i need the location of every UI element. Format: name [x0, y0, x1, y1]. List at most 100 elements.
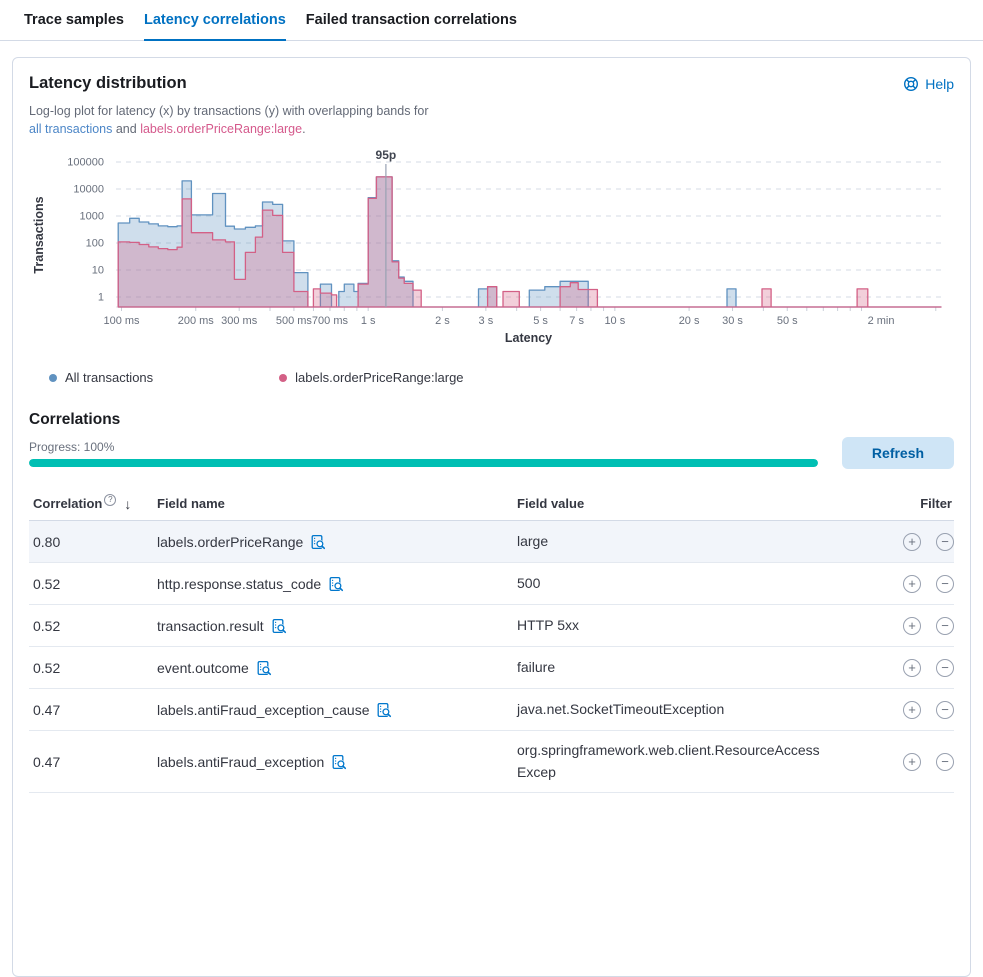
- svg-text:10 s: 10 s: [604, 315, 625, 327]
- correlation-value: 0.47: [29, 702, 157, 718]
- table-row: 0.52 http.response.status_code 500 + −: [29, 563, 954, 605]
- tab-latency-correlations[interactable]: Latency correlations: [144, 0, 286, 41]
- table-row: 0.47 labels.antiFraud_exception org.spri…: [29, 731, 954, 793]
- latency-chart: 100000 10000 1000 100 10 1 100 ms 200 ms 300 ms 5…: [29, 150, 954, 350]
- refresh-button[interactable]: Refresh: [842, 437, 954, 469]
- description-conjunction: and: [112, 122, 140, 136]
- tab-label: Failed transaction correlations: [306, 12, 517, 28]
- svg-text:100 ms: 100 ms: [103, 315, 140, 327]
- column-header-filter: Filter: [920, 496, 954, 511]
- legend-item-order-price-range[interactable]: labels.orderPriceRange:large: [279, 370, 463, 385]
- inspect-field-icon[interactable]: [256, 660, 272, 676]
- correlation-value: 0.52: [29, 576, 157, 592]
- svg-text:95p: 95p: [376, 150, 397, 162]
- field-value: 500: [517, 564, 827, 604]
- column-header-field-name: Field name: [157, 496, 517, 511]
- legend-item-all-transactions[interactable]: All transactions: [49, 370, 153, 385]
- correlation-value: 0.52: [29, 618, 157, 634]
- filter-out-icon[interactable]: −: [936, 533, 954, 551]
- svg-text:100000: 100000: [67, 157, 104, 169]
- svg-text:7 s: 7 s: [569, 315, 584, 327]
- svg-text:Latency: Latency: [505, 331, 552, 345]
- field-name: labels.antiFraud_exception_cause: [157, 702, 369, 718]
- correlation-value: 0.52: [29, 660, 157, 676]
- svg-text:100: 100: [86, 238, 104, 250]
- svg-text:30 s: 30 s: [722, 315, 743, 327]
- description-line1: Log-log plot for latency (x) by transact…: [29, 104, 429, 118]
- correlations-heading: Correlations: [29, 411, 954, 429]
- svg-text:300 ms: 300 ms: [221, 315, 258, 327]
- panel-title: Latency distribution: [29, 74, 187, 93]
- chart-legend: All transactions labels.orderPriceRange:…: [29, 370, 954, 385]
- filter-in-icon[interactable]: +: [903, 659, 921, 677]
- svg-text:1: 1: [98, 292, 104, 304]
- svg-text:10: 10: [92, 265, 104, 277]
- latency-distribution-chart[interactable]: 100000 10000 1000 100 10 1 100 ms 200 ms 300 ms 5…: [29, 150, 954, 350]
- legend-dot-pink-icon: [279, 374, 287, 382]
- all-transactions-link[interactable]: all transactions: [29, 122, 112, 136]
- filter-out-icon[interactable]: −: [936, 617, 954, 635]
- svg-text:Transactions: Transactions: [32, 196, 46, 273]
- filter-out-icon[interactable]: −: [936, 659, 954, 677]
- order-price-range-link[interactable]: labels.orderPriceRange:large: [140, 122, 302, 136]
- svg-text:3 s: 3 s: [479, 315, 494, 327]
- progress-label: Progress: 100%: [29, 440, 818, 454]
- table-row: 0.52 event.outcome failure + −: [29, 647, 954, 689]
- legend-label: labels.orderPriceRange:large: [295, 370, 463, 385]
- filter-in-icon[interactable]: +: [903, 701, 921, 719]
- inspect-field-icon[interactable]: [328, 576, 344, 592]
- filter-out-icon[interactable]: −: [936, 575, 954, 593]
- correlation-value: 0.80: [29, 534, 157, 550]
- help-label: Help: [925, 76, 954, 92]
- chart-description: Log-log plot for latency (x) by transact…: [29, 102, 954, 138]
- help-link[interactable]: Help: [903, 76, 954, 92]
- filter-out-icon[interactable]: −: [936, 753, 954, 771]
- column-header-field-value: Field value: [517, 496, 834, 511]
- filter-in-icon[interactable]: +: [903, 617, 921, 635]
- progress-bar-fill: [29, 459, 818, 467]
- inspect-field-icon[interactable]: [310, 534, 326, 550]
- svg-text:20 s: 20 s: [679, 315, 700, 327]
- field-value: large: [517, 522, 827, 562]
- table-row: 0.47 labels.antiFraud_exception_cause ja…: [29, 689, 954, 731]
- field-value: java.net.SocketTimeoutException: [517, 690, 827, 730]
- tab-failed-transaction-correlations[interactable]: Failed transaction correlations: [306, 0, 517, 41]
- question-tooltip-icon[interactable]: ?: [104, 494, 116, 506]
- correlation-header-label: Correlation: [33, 496, 102, 511]
- description-period: .: [302, 122, 305, 136]
- correlation-value: 0.47: [29, 754, 157, 770]
- progress-bar: [29, 459, 818, 467]
- table-header-row: Correlation ? ↓ Field name Field value F…: [29, 487, 954, 521]
- inspect-field-icon[interactable]: [331, 754, 347, 770]
- tab-trace-samples[interactable]: Trace samples: [24, 0, 124, 41]
- field-name: transaction.result: [157, 618, 264, 634]
- field-name: http.response.status_code: [157, 576, 321, 592]
- correlations-tab-bar: Trace samples Latency correlations Faile…: [0, 0, 983, 41]
- inspect-field-icon[interactable]: [271, 618, 287, 634]
- table-row: 0.80 labels.orderPriceRange large + −: [29, 521, 954, 563]
- field-value: org.springframework.web.client.ResourceA…: [517, 731, 827, 792]
- column-header-correlation[interactable]: Correlation ? ↓: [29, 496, 157, 512]
- inspect-field-icon[interactable]: [376, 702, 392, 718]
- filter-in-icon[interactable]: +: [903, 575, 921, 593]
- svg-text:2 min: 2 min: [868, 315, 895, 327]
- sort-descending-icon: ↓: [124, 496, 131, 512]
- svg-text:700 ms: 700 ms: [312, 315, 349, 327]
- filter-in-icon[interactable]: +: [903, 753, 921, 771]
- filter-in-icon[interactable]: +: [903, 533, 921, 551]
- legend-label: All transactions: [65, 370, 153, 385]
- svg-text:500 ms: 500 ms: [276, 315, 313, 327]
- field-value: failure: [517, 648, 827, 688]
- svg-text:5 s: 5 s: [533, 315, 548, 327]
- svg-text:1 s: 1 s: [361, 315, 376, 327]
- svg-text:2 s: 2 s: [435, 315, 450, 327]
- filter-out-icon[interactable]: −: [936, 701, 954, 719]
- life-ring-help-icon: [903, 76, 919, 92]
- table-row: 0.52 transaction.result HTTP 5xx + −: [29, 605, 954, 647]
- field-value: HTTP 5xx: [517, 606, 827, 646]
- svg-text:10000: 10000: [73, 184, 104, 196]
- svg-text:200 ms: 200 ms: [178, 315, 215, 327]
- svg-text:1000: 1000: [80, 211, 104, 223]
- field-name: labels.orderPriceRange: [157, 534, 303, 550]
- tab-label: Latency correlations: [144, 12, 286, 28]
